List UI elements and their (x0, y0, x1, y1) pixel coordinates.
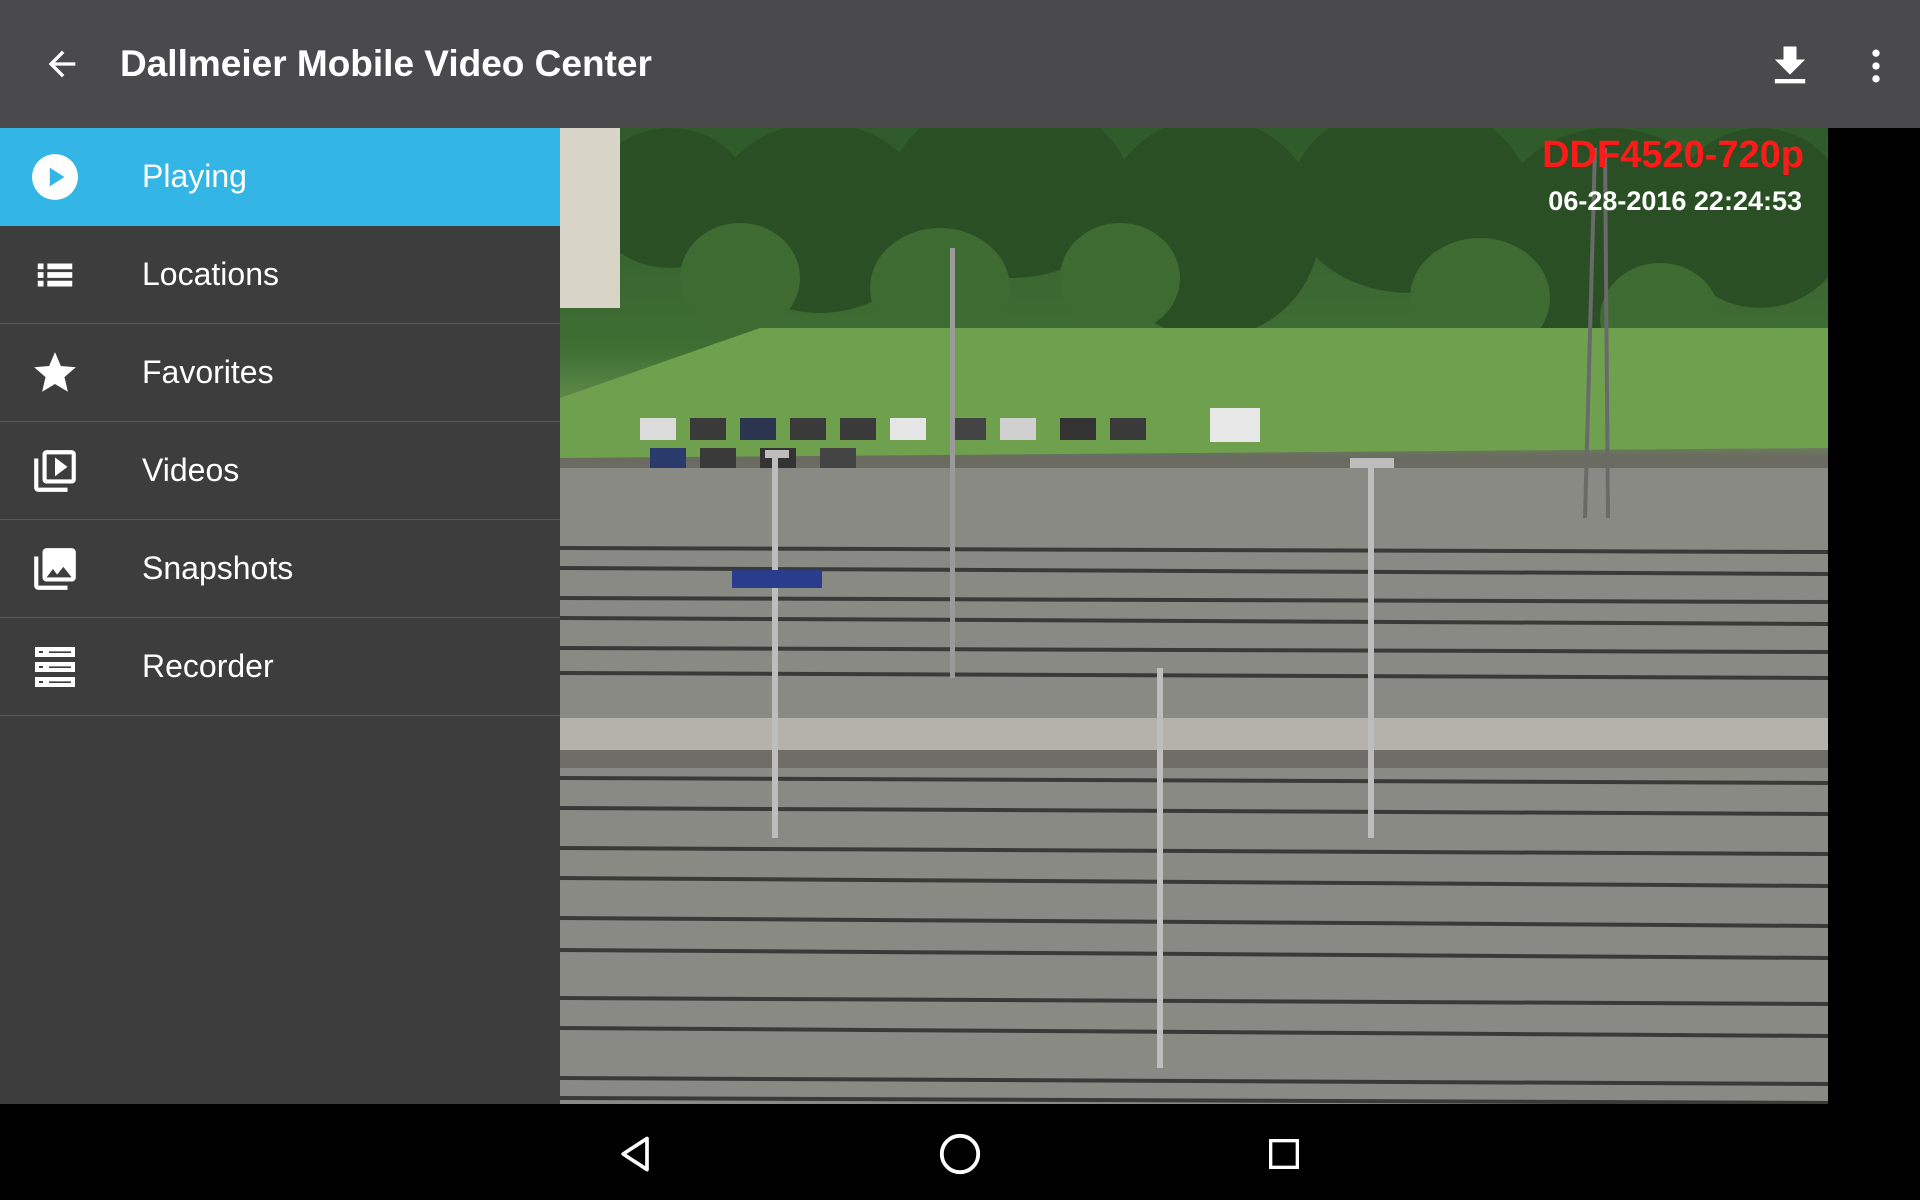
nav-home-icon[interactable] (928, 1122, 992, 1186)
app-bar: Dallmeier Mobile Video Center (0, 0, 1920, 128)
drawer-item-label: Snapshots (142, 550, 294, 586)
drawer-item-locations[interactable]: Locations (0, 226, 560, 324)
star-icon (30, 348, 80, 398)
track-bed (560, 468, 1828, 1104)
video-scene (560, 128, 1828, 1104)
drawer-item-label: Videos (142, 452, 240, 488)
video-library-icon (30, 446, 80, 496)
navigation-drawer: Playing Locations Favorites Videos Snaps… (0, 128, 560, 1104)
list-icon (30, 250, 80, 300)
video-player[interactable]: DDF4520-720p 06-28-2016 22:24:53 (560, 128, 1920, 1104)
video-timestamp: 06-28-2016 22:24:53 (1548, 186, 1802, 216)
camera-name-label: DDF4520-720p (1542, 134, 1804, 176)
more-vert-icon[interactable] (1842, 32, 1910, 100)
camera-video-frame[interactable]: DDF4520-720p 06-28-2016 22:24:53 (560, 128, 1828, 1104)
nav-recents-icon[interactable] (1252, 1122, 1316, 1186)
drawer-item-snapshots[interactable]: Snapshots (0, 520, 560, 618)
drawer-item-favorites[interactable]: Favorites (0, 324, 560, 422)
drawer-item-videos[interactable]: Videos (0, 422, 560, 520)
download-icon[interactable] (1756, 32, 1824, 100)
photo-library-icon (30, 544, 80, 594)
drawer-item-label: Playing (142, 158, 247, 194)
drawer-item-recorder[interactable]: Recorder (0, 618, 560, 716)
play-circle-icon (30, 152, 80, 202)
drawer-item-label: Recorder (142, 648, 274, 684)
drawer-item-label: Locations (142, 256, 279, 292)
drawer-item-label: Favorites (142, 354, 274, 390)
building (560, 128, 620, 308)
system-navigation-bar (0, 1104, 1920, 1200)
recorder-icon (30, 642, 80, 692)
station-sign (732, 570, 822, 588)
app-title: Dallmeier Mobile Video Center (120, 43, 652, 84)
nav-back-icon[interactable] (604, 1122, 668, 1186)
arrow-back-icon[interactable] (28, 30, 96, 98)
drawer-item-playing[interactable]: Playing (0, 128, 560, 226)
platform (560, 718, 1828, 750)
